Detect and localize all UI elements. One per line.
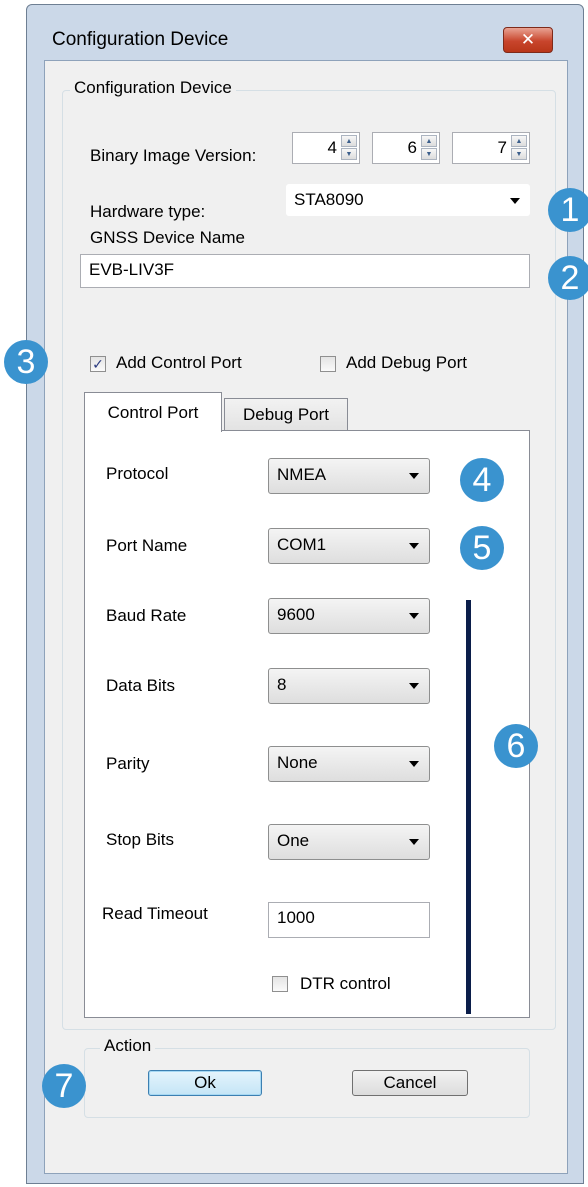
- ok-button[interactable]: Ok: [148, 1070, 262, 1096]
- add-debug-port-label: Add Debug Port: [346, 353, 467, 372]
- protocol-dropdown[interactable]: NMEA: [268, 458, 430, 494]
- data-bits-value: 8: [277, 675, 287, 694]
- parity-dropdown[interactable]: None: [268, 746, 430, 782]
- callout-6: 6: [494, 724, 538, 768]
- baud-rate-value: 9600: [277, 605, 315, 624]
- callout-2: 2: [548, 256, 588, 300]
- read-timeout-field[interactable]: 1000: [268, 902, 430, 938]
- cancel-button[interactable]: Cancel: [352, 1070, 468, 1096]
- cancel-button-label: Cancel: [383, 1073, 437, 1092]
- chevron-down-icon: [409, 473, 419, 479]
- gnss-device-name-field[interactable]: EVB-LIV3F: [80, 254, 530, 288]
- spin-down-icon[interactable]: ▼: [421, 148, 437, 160]
- hardware-type-dropdown[interactable]: STA8090: [286, 184, 530, 216]
- dtr-control-label: DTR control: [300, 974, 391, 993]
- chevron-down-icon: [409, 761, 419, 767]
- chevron-down-icon: [409, 543, 419, 549]
- chevron-down-icon: [409, 683, 419, 689]
- data-bits-label: Data Bits: [106, 676, 175, 695]
- hardware-type-value: STA8090: [294, 190, 364, 209]
- spinner-value: 4: [327, 138, 337, 157]
- close-icon: ✕: [520, 30, 536, 49]
- spin-up-icon[interactable]: ▲: [341, 135, 357, 147]
- dtr-control-checkbox[interactable]: [272, 976, 288, 992]
- tab-debug-port[interactable]: Debug Port: [224, 398, 348, 430]
- stop-bits-value: One: [277, 831, 310, 850]
- window-title: Configuration Device: [52, 29, 229, 50]
- binary-image-major-spinner[interactable]: 4 ▲ ▼: [292, 132, 360, 164]
- config-group-legend: Configuration Device: [70, 78, 236, 98]
- spin-down-icon[interactable]: ▼: [511, 148, 527, 160]
- close-button[interactable]: ✕: [503, 27, 553, 53]
- port-name-label: Port Name: [106, 536, 188, 555]
- parity-value: None: [277, 753, 318, 772]
- action-group-legend: Action: [100, 1036, 156, 1056]
- data-bits-dropdown[interactable]: 8: [268, 668, 430, 704]
- port-name-value: COM1: [277, 535, 327, 554]
- add-control-port-checkbox[interactable]: ✓: [90, 356, 106, 372]
- callout-1: 1: [548, 188, 588, 232]
- spin-up-icon[interactable]: ▲: [421, 135, 437, 147]
- binary-image-minor-spinner[interactable]: 6 ▲ ▼: [372, 132, 440, 164]
- chevron-down-icon: [409, 839, 419, 845]
- annotation-bracket: [466, 600, 471, 1014]
- baud-rate-label: Baud Rate: [106, 606, 187, 625]
- stop-bits-dropdown[interactable]: One: [268, 824, 430, 860]
- hardware-type-label: Hardware type:: [90, 202, 206, 221]
- ok-button-label: Ok: [194, 1073, 216, 1092]
- gnss-device-name-label: GNSS Device Name: [90, 228, 245, 247]
- spinner-value: 7: [497, 138, 507, 157]
- callout-5: 5: [460, 526, 504, 570]
- stop-bits-label: Stop Bits: [106, 830, 175, 849]
- parity-label: Parity: [106, 754, 150, 773]
- chevron-down-icon: [409, 613, 419, 619]
- binary-image-label: Binary Image Version:: [90, 146, 257, 165]
- chevron-down-icon: [510, 198, 520, 204]
- baud-rate-dropdown[interactable]: 9600: [268, 598, 430, 634]
- binary-image-patch-spinner[interactable]: 7 ▲ ▼: [452, 132, 530, 164]
- protocol-value: NMEA: [277, 465, 327, 484]
- tab-label: Control Port: [107, 402, 199, 422]
- callout-7: 7: [42, 1064, 86, 1108]
- add-debug-port-checkbox[interactable]: [320, 356, 336, 372]
- tab-label: Debug Port: [243, 404, 329, 424]
- protocol-label: Protocol: [106, 464, 169, 483]
- spin-up-icon[interactable]: ▲: [511, 135, 527, 147]
- read-timeout-label: Read Timeout: [102, 904, 208, 923]
- add-control-port-label: Add Control Port: [116, 353, 242, 372]
- port-name-dropdown[interactable]: COM1: [268, 528, 430, 564]
- spin-down-icon[interactable]: ▼: [341, 148, 357, 160]
- spinner-value: 6: [407, 138, 417, 157]
- callout-3: 3: [4, 340, 48, 384]
- tab-control-port[interactable]: Control Port: [84, 392, 222, 432]
- callout-4: 4: [460, 458, 504, 502]
